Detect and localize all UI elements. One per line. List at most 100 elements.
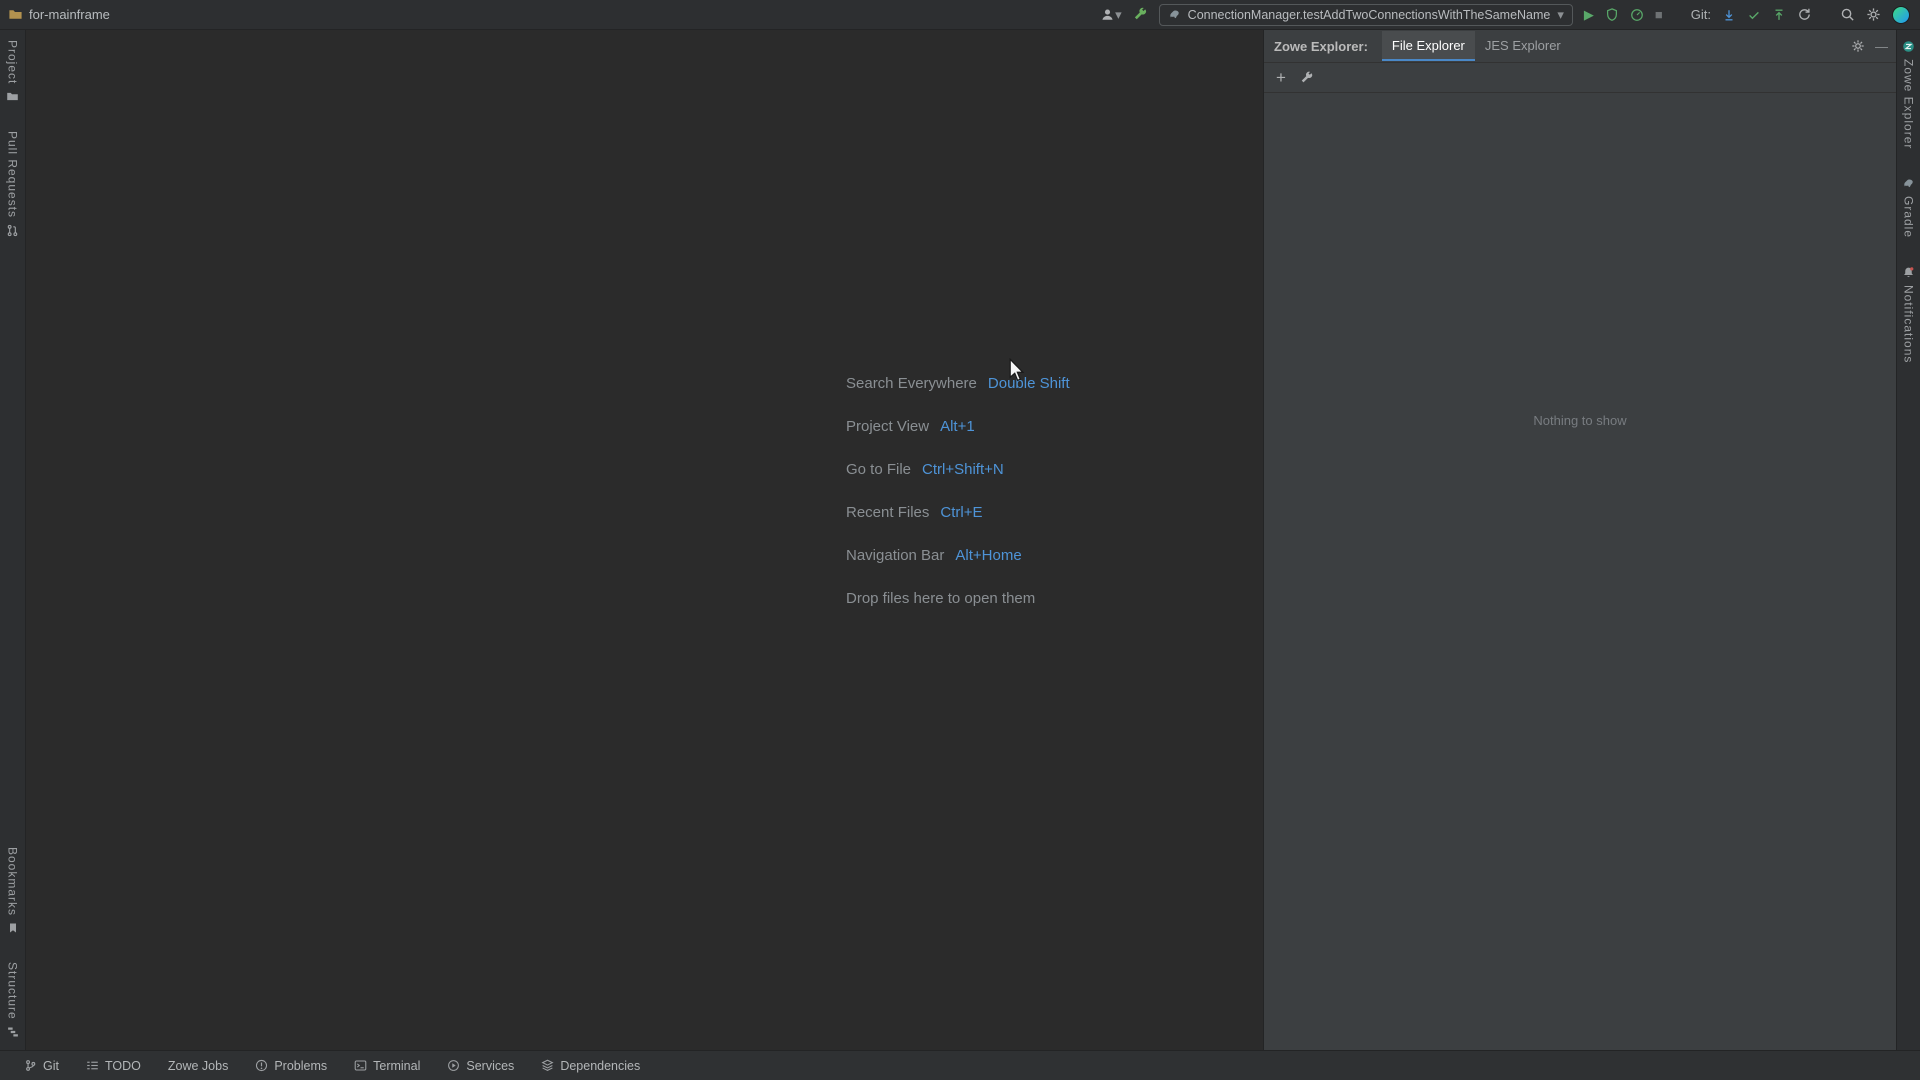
- left-tool-stripe: Project Pull Requests Bookmarks Structur…: [0, 30, 26, 1050]
- tool-button-zowe-explorer-label: Zowe Explorer: [1901, 59, 1916, 150]
- setup-sdk-wrench-icon[interactable]: [1133, 7, 1148, 22]
- empty-state-text: Nothing to show: [1533, 413, 1627, 428]
- left-stripe-top: Project Pull Requests: [6, 40, 20, 237]
- status-item-terminal[interactable]: Terminal: [354, 1059, 420, 1073]
- status-item-label: Zowe Jobs: [167, 1058, 229, 1073]
- shortcut-keys: Double Shift: [987, 375, 1070, 392]
- tool-button-bookmarks[interactable]: Bookmarks: [6, 847, 20, 934]
- shortcut-row: Navigation Bar Alt+Home: [846, 534, 1070, 577]
- status-item-zowe-jobs[interactable]: Zowe Jobs: [168, 1059, 228, 1073]
- run-with-coverage-icon[interactable]: [1605, 7, 1619, 22]
- project-folder-icon: [6, 90, 19, 103]
- tool-button-structure-label: Structure: [5, 962, 20, 1020]
- tool-button-notifications[interactable]: Notifications: [1901, 266, 1916, 364]
- drop-files-hint: Drop files here to open them: [846, 590, 1036, 607]
- left-stripe-bottom: Bookmarks Structure: [6, 847, 20, 1038]
- status-item-dependencies[interactable]: Dependencies: [541, 1059, 640, 1073]
- gradle-icon: [1902, 177, 1915, 190]
- git-update-icon[interactable]: [1722, 8, 1736, 22]
- status-bar: Git TODO Zowe Jobs Problems Terminal Ser…: [0, 1050, 1920, 1080]
- git-branch-icon: [24, 1059, 37, 1072]
- pull-request-icon: [6, 224, 19, 237]
- editor-shortcuts-panel: Search Everywhere Double Shift Project Vi…: [846, 362, 1070, 620]
- shortcut-label: Recent Files: [846, 504, 930, 521]
- run-configuration-select[interactable]: ConnectionManager.testAddTwoConnectionsW…: [1158, 3, 1573, 26]
- git-label: Git:: [1690, 7, 1711, 22]
- tool-button-pull-requests-label: Pull Requests: [5, 131, 20, 219]
- run-button[interactable]: ▶: [1584, 8, 1594, 21]
- editor-empty-area[interactable]: Search Everywhere Double Shift Project Vi…: [26, 30, 1263, 1050]
- shortcut-keys: Ctrl+Shift+N: [922, 461, 1004, 478]
- main-area: Project Pull Requests Bookmarks Structur…: [0, 30, 1920, 1050]
- status-item-label: TODO: [104, 1058, 141, 1073]
- todo-list-icon: [86, 1059, 99, 1072]
- title-bar: for-mainframe ▾ ConnectionManager.testAd…: [0, 0, 1920, 30]
- tool-button-project[interactable]: Project: [6, 40, 20, 103]
- tool-button-notifications-label: Notifications: [1901, 285, 1916, 364]
- notifications-bell-icon: [1902, 266, 1915, 279]
- shortcut-row: Recent Files Ctrl+E: [846, 491, 1070, 534]
- settings-gear-icon[interactable]: [1866, 7, 1881, 22]
- problems-icon: [255, 1059, 268, 1072]
- chevron-down-icon: ▾: [1115, 7, 1122, 22]
- tool-button-gradle-label: Gradle: [1901, 196, 1916, 239]
- project-folder-icon: [8, 7, 23, 22]
- git-push-icon[interactable]: [1772, 8, 1786, 22]
- edit-connections-wrench-icon[interactable]: [1300, 71, 1314, 85]
- status-item-label: Terminal: [373, 1058, 421, 1073]
- hide-panel-icon[interactable]: —: [1875, 40, 1888, 53]
- services-icon: [447, 1059, 460, 1072]
- shortcut-keys: Alt+Home: [955, 547, 1022, 564]
- status-item-problems[interactable]: Problems: [255, 1059, 327, 1073]
- tool-button-pull-requests[interactable]: Pull Requests: [6, 131, 20, 237]
- git-commit-icon[interactable]: [1747, 8, 1761, 22]
- shortcut-row: Project View Alt+1: [846, 405, 1070, 448]
- dependencies-icon: [541, 1059, 554, 1072]
- right-tool-stripe: Zowe Explorer Gradle Notifications: [1896, 30, 1920, 1050]
- add-connection-button[interactable]: +: [1276, 69, 1286, 86]
- status-item-services[interactable]: Services: [447, 1059, 514, 1073]
- shortcut-row: Go to File Ctrl+Shift+N: [846, 448, 1070, 491]
- tool-button-project-label: Project: [5, 40, 20, 85]
- project-name: for-mainframe: [29, 7, 110, 22]
- status-item-label: Problems: [274, 1058, 328, 1073]
- run-config-icon: [1168, 8, 1181, 21]
- chevron-down-icon: ▾: [1557, 7, 1564, 22]
- status-item-todo[interactable]: TODO: [86, 1059, 141, 1073]
- shortcut-row: Search Everywhere Double Shift: [846, 362, 1070, 405]
- shortcut-label: Go to File: [846, 461, 912, 478]
- zowe-panel-title: Zowe Explorer:: [1274, 38, 1368, 54]
- right-stripe-top: Zowe Explorer Gradle Notifications: [1902, 40, 1916, 364]
- title-bar-actions: ▾ ConnectionManager.testAddTwoConnection…: [1100, 3, 1910, 26]
- user-menu-button[interactable]: ▾: [1100, 7, 1122, 22]
- zowe-explorer-icon: [1902, 40, 1915, 53]
- terminal-icon: [354, 1059, 367, 1072]
- run-config-name: ConnectionManager.testAddTwoConnectionsW…: [1187, 7, 1551, 22]
- stop-button[interactable]: ■: [1655, 8, 1663, 21]
- tab-file-explorer[interactable]: File Explorer: [1381, 31, 1475, 61]
- tool-button-structure[interactable]: Structure: [6, 962, 20, 1038]
- status-item-git[interactable]: Git: [24, 1059, 59, 1073]
- tool-button-gradle[interactable]: Gradle: [1902, 177, 1916, 238]
- structure-icon: [7, 1026, 19, 1038]
- shortcut-keys: Alt+1: [940, 418, 975, 435]
- profiler-icon[interactable]: [1630, 8, 1644, 22]
- user-avatar[interactable]: [1892, 5, 1910, 24]
- status-item-label: Dependencies: [560, 1058, 641, 1073]
- bookmark-icon: [7, 922, 19, 934]
- zowe-panel-content[interactable]: Nothing to show: [1264, 93, 1896, 1050]
- shortcut-label: Project View: [846, 418, 930, 435]
- zowe-panel-toolbar: +: [1264, 63, 1896, 93]
- search-everywhere-icon[interactable]: [1840, 7, 1855, 22]
- panel-settings-gear-icon[interactable]: [1851, 39, 1865, 53]
- tool-button-zowe-explorer[interactable]: Zowe Explorer: [1902, 40, 1916, 149]
- status-item-label: Services: [466, 1058, 515, 1073]
- tab-jes-explorer[interactable]: JES Explorer: [1475, 31, 1571, 61]
- tool-button-bookmarks-label: Bookmarks: [5, 847, 20, 917]
- status-item-label: Git: [43, 1058, 59, 1073]
- shortcut-keys: Ctrl+E: [940, 504, 983, 521]
- title-bar-left: for-mainframe: [8, 7, 110, 22]
- history-icon[interactable]: [1797, 7, 1812, 22]
- zowe-explorer-panel: Zowe Explorer: File Explorer JES Explore…: [1263, 30, 1896, 1050]
- zowe-panel-header: Zowe Explorer: File Explorer JES Explore…: [1264, 30, 1896, 63]
